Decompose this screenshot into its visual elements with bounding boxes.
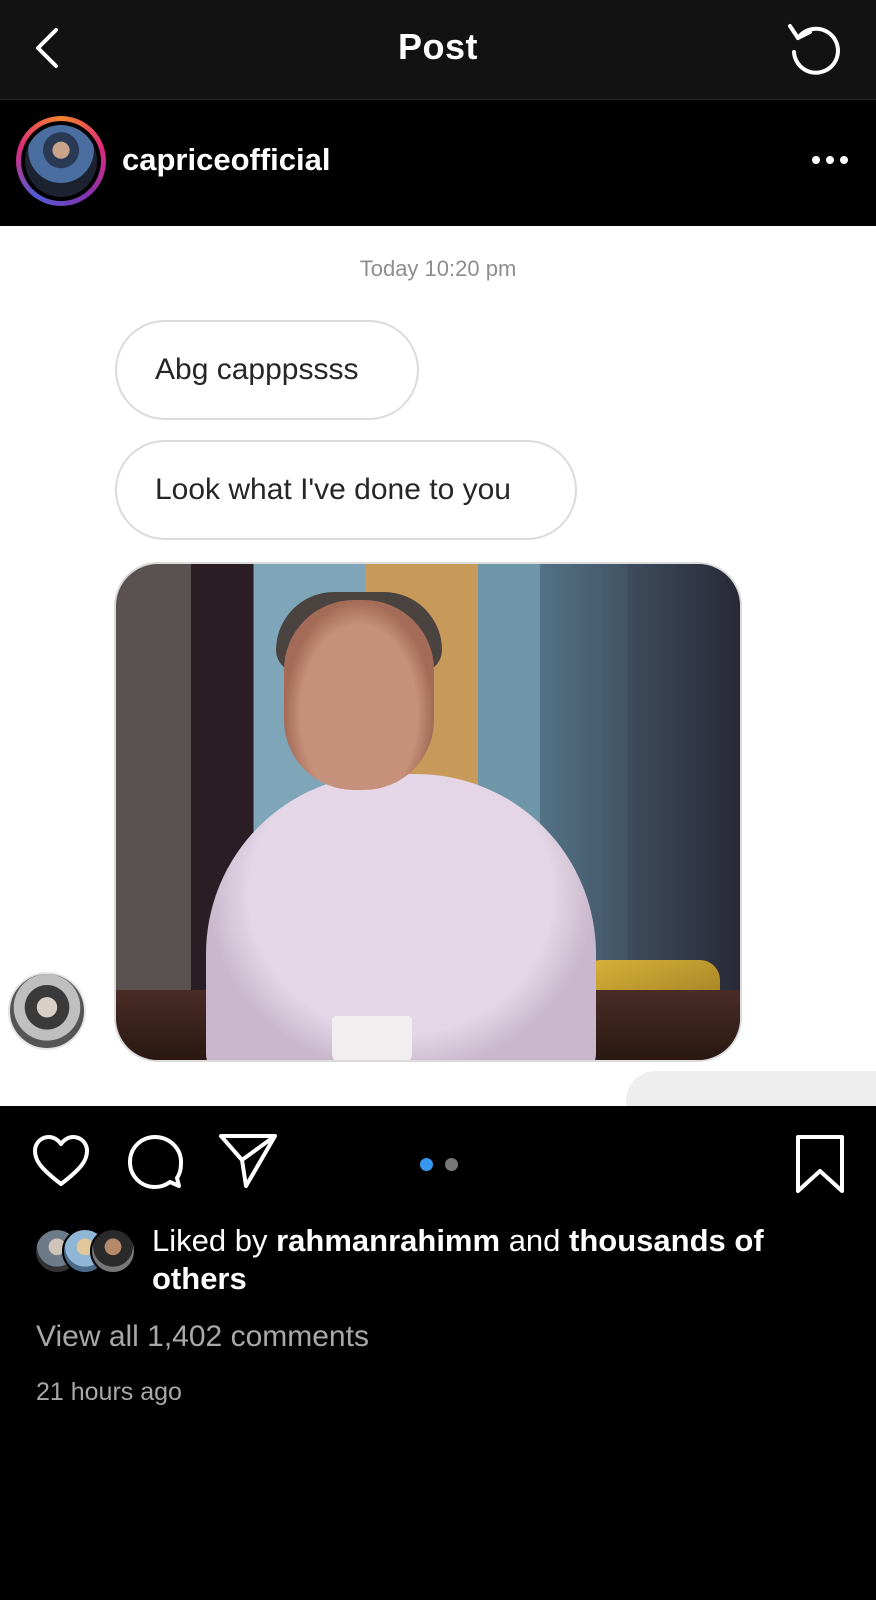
- post-image[interactable]: Today 10:20 pm Abg capppssss Look what I…: [0, 226, 876, 1106]
- post-time-ago: 21 hours ago: [36, 1378, 182, 1406]
- author-avatar-photo: [25, 125, 97, 197]
- photo-person-head: [284, 600, 434, 790]
- like-heart-icon[interactable]: [32, 1134, 90, 1188]
- view-all-comments-link[interactable]: View all 1,402 comments: [36, 1320, 369, 1354]
- top-nav-bar: Post: [0, 0, 876, 100]
- carousel-indicator: [420, 1158, 458, 1171]
- page-title: Post: [397, 26, 478, 67]
- post-actions: [0, 1106, 876, 1196]
- liker-username[interactable]: rahmanrahimm: [276, 1223, 500, 1258]
- message-bubble: Look what I've done to you: [115, 440, 577, 540]
- share-paper-plane-icon[interactable]: [218, 1132, 278, 1190]
- comment-bubble-icon[interactable]: [127, 1134, 183, 1190]
- likes-prefix: Liked by: [152, 1223, 268, 1258]
- refresh-icon[interactable]: [784, 18, 844, 78]
- carousel-dot: [445, 1158, 458, 1171]
- sender-avatar: [8, 972, 86, 1050]
- more-options-icon[interactable]: [810, 152, 850, 168]
- photo-cup: [332, 1016, 412, 1060]
- message-text: Abg capppssss: [155, 353, 359, 386]
- liker-avatar: [90, 1228, 136, 1274]
- message-input-edge: [626, 1071, 876, 1106]
- likes-joiner: and: [508, 1223, 561, 1258]
- liker-avatars: [34, 1228, 144, 1274]
- bookmark-icon[interactable]: [794, 1134, 846, 1194]
- post-header: capriceofficial: [0, 100, 876, 225]
- message-bubble: Abg capppssss: [115, 320, 419, 420]
- author-username[interactable]: capriceofficial: [122, 142, 330, 178]
- carousel-dot-active: [420, 1158, 433, 1171]
- message-text: Look what I've done to you: [155, 473, 511, 506]
- avatar-border: [21, 121, 101, 201]
- shared-photo: [114, 562, 742, 1062]
- message-timestamp: Today 10:20 pm: [359, 256, 517, 281]
- author-avatar[interactable]: [16, 116, 106, 206]
- likes-text: Liked by rahmanrahimm and thousands of o…: [152, 1222, 842, 1298]
